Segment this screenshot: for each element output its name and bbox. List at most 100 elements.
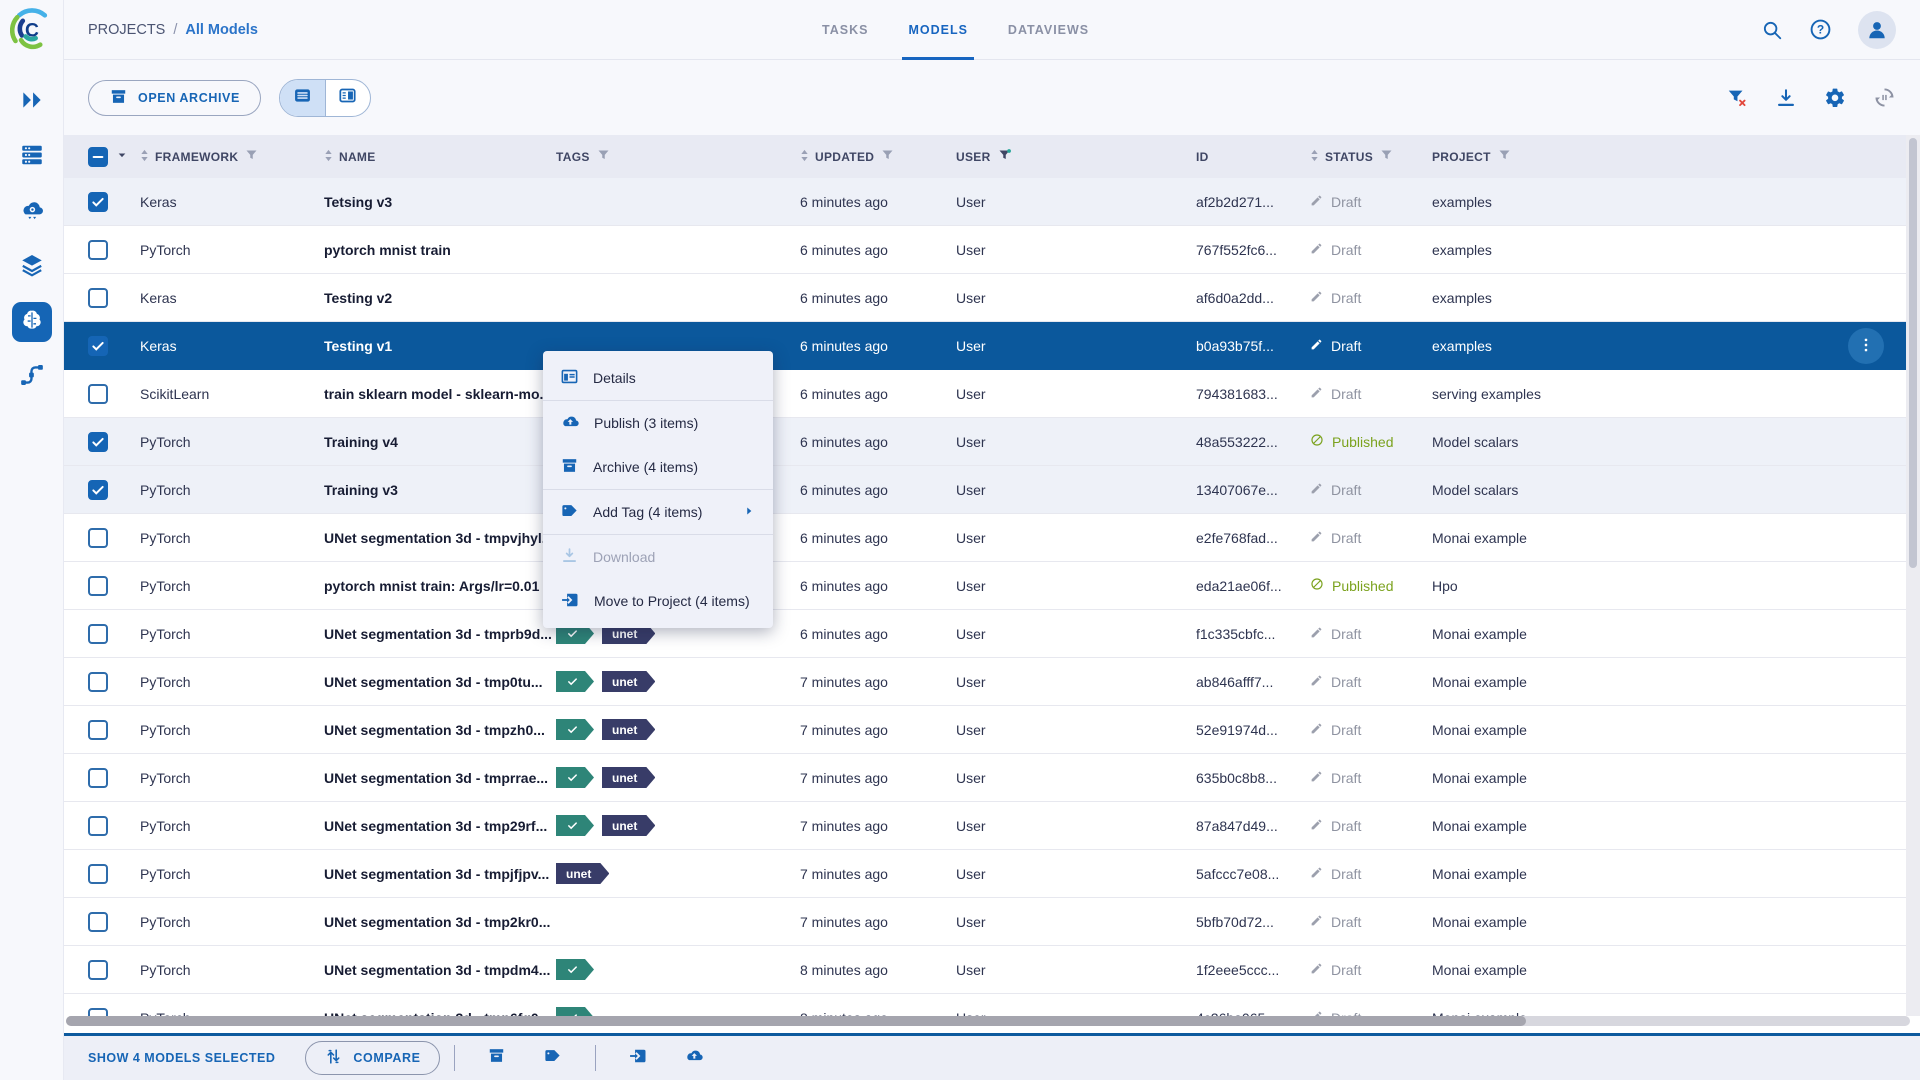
table-row[interactable]: PyTorch UNet segmentation 3d - tmpzh0... u… bbox=[64, 706, 1920, 754]
help-icon[interactable]: ? bbox=[1809, 18, 1832, 41]
tab-tasks[interactable]: TASKS bbox=[822, 0, 868, 59]
table-row[interactable]: PyTorch Training v4 6 minutes ago User 48a55… bbox=[64, 418, 1920, 466]
sort-icon[interactable] bbox=[1310, 148, 1319, 166]
table-view-button[interactable] bbox=[279, 79, 325, 116]
row-checkbox[interactable] bbox=[88, 479, 108, 500]
table-row[interactable]: PyTorchUNet segmentation 3d - tmp6fg0...… bbox=[64, 994, 1920, 1016]
row-checkbox[interactable] bbox=[88, 719, 108, 740]
table-row[interactable]: PyTorch UNet segmentation 3d - tmp2kr0...… bbox=[64, 898, 1920, 946]
card-view-button[interactable] bbox=[324, 79, 370, 116]
tag-chip-check[interactable] bbox=[556, 1007, 594, 1016]
open-archive-button[interactable]: OPEN ARCHIVE bbox=[88, 79, 261, 116]
table-row[interactable]: Keras Testing v1 6 minutes ago User b0a93b75… bbox=[64, 322, 1920, 370]
table-row[interactable]: PyTorch UNet segmentation 3d - tmpjfjpv..… bbox=[64, 850, 1920, 898]
table-row[interactable]: PyTorch Training v3 6 minutes ago User 13407… bbox=[64, 466, 1920, 514]
user-avatar[interactable] bbox=[1858, 10, 1896, 49]
row-checkbox[interactable] bbox=[88, 383, 108, 404]
menu-item-add-tag[interactable]: Add Tag (4 items) bbox=[543, 490, 773, 534]
filter-funnel-icon[interactable] bbox=[244, 148, 259, 166]
clear-filters-icon[interactable] bbox=[1726, 87, 1748, 109]
compare-button[interactable]: COMPARE bbox=[305, 1041, 440, 1075]
sort-icon[interactable] bbox=[800, 148, 809, 166]
horizontal-scrollbar-thumb[interactable] bbox=[66, 1016, 1526, 1026]
table-row[interactable]: Keras Testing v2 6 minutes ago User af6d0a2d… bbox=[64, 274, 1920, 322]
row-kebab-menu-button[interactable] bbox=[1848, 328, 1884, 364]
tag-chip-check[interactable] bbox=[556, 959, 594, 980]
column-header-framework[interactable]: FRAMEWORK bbox=[140, 148, 324, 166]
row-checkbox[interactable] bbox=[88, 527, 108, 548]
selection-menu-caret-icon[interactable] bbox=[114, 147, 130, 166]
menu-item-archive[interactable]: Archive (4 items) bbox=[543, 445, 773, 489]
column-header-status[interactable]: STATUS bbox=[1310, 148, 1432, 166]
row-checkbox[interactable] bbox=[88, 335, 108, 356]
tab-dataviews[interactable]: DATAVIEWS bbox=[1008, 0, 1089, 59]
table-row[interactable]: PyTorch UNet segmentation 3d - tmprrae...… bbox=[64, 754, 1920, 802]
vertical-scrollbar[interactable] bbox=[1906, 135, 1920, 1016]
footer-publish-button[interactable] bbox=[666, 1046, 722, 1071]
row-checkbox[interactable] bbox=[88, 815, 108, 836]
row-checkbox[interactable] bbox=[88, 239, 108, 260]
settings-gear-icon[interactable] bbox=[1824, 87, 1846, 109]
column-header-id[interactable]: ID bbox=[1196, 150, 1310, 164]
tag-chip-check[interactable] bbox=[556, 671, 594, 692]
tag-chip[interactable]: unet bbox=[602, 815, 655, 836]
auto-refresh-icon[interactable] bbox=[1873, 86, 1896, 109]
column-header-updated[interactable]: UPDATED bbox=[800, 148, 956, 166]
clearml-logo[interactable]: C bbox=[9, 8, 54, 52]
row-checkbox[interactable] bbox=[88, 287, 108, 308]
tab-models[interactable]: MODELS bbox=[902, 0, 975, 60]
table-row[interactable]: PyTorch UNet segmentation 3d - tmp0tu... u… bbox=[64, 658, 1920, 706]
sort-icon[interactable] bbox=[140, 148, 149, 166]
row-checkbox[interactable] bbox=[88, 431, 108, 452]
tag-chip[interactable]: unet bbox=[602, 767, 655, 788]
table-row[interactable]: PyTorch pytorch mnist train: Args/lr=0.01… bbox=[64, 562, 1920, 610]
table-row[interactable]: PyTorch UNet segmentation 3d - tmpvjhyl..… bbox=[64, 514, 1920, 562]
footer-archive-button[interactable] bbox=[469, 1046, 525, 1070]
row-checkbox[interactable] bbox=[88, 191, 108, 212]
column-header-user[interactable]: USER bbox=[956, 148, 1196, 166]
footer-add-tag-button[interactable] bbox=[525, 1046, 581, 1070]
row-checkbox[interactable] bbox=[88, 911, 108, 932]
filter-funnel-icon[interactable] bbox=[1379, 148, 1394, 166]
table-row[interactable]: Keras Tetsing v3 6 minutes ago User af2b2d27… bbox=[64, 178, 1920, 226]
sidebar-item-datasets[interactable] bbox=[12, 247, 52, 287]
filter-funnel-icon-active[interactable] bbox=[997, 148, 1012, 166]
tag-chip-check[interactable] bbox=[556, 815, 594, 836]
row-checkbox[interactable] bbox=[88, 623, 108, 644]
filter-funnel-icon[interactable] bbox=[596, 148, 611, 166]
menu-item-details[interactable]: Details bbox=[543, 356, 773, 400]
sidebar-item-queues[interactable] bbox=[12, 137, 52, 177]
footer-move-to-project-button[interactable] bbox=[610, 1046, 666, 1071]
menu-item-publish[interactable]: Publish (3 items) bbox=[543, 401, 773, 445]
filter-funnel-icon[interactable] bbox=[880, 148, 895, 166]
table-row[interactable]: ScikitLearn train sklearn model - sklearn… bbox=[64, 370, 1920, 418]
tag-chip[interactable]: unet bbox=[602, 671, 655, 692]
tag-chip-check[interactable] bbox=[556, 767, 594, 788]
table-row[interactable]: PyTorch pytorch mnist train 6 minutes ago U… bbox=[64, 226, 1920, 274]
row-checkbox[interactable] bbox=[88, 1007, 108, 1016]
table-row[interactable]: PyTorch UNet segmentation 3d - tmpdm4... 8… bbox=[64, 946, 1920, 994]
filter-funnel-icon[interactable] bbox=[1497, 148, 1512, 166]
sidebar-item-workers[interactable] bbox=[12, 192, 52, 232]
row-checkbox[interactable] bbox=[88, 959, 108, 980]
breadcrumb-section[interactable]: PROJECTS bbox=[88, 22, 165, 38]
table-row[interactable]: PyTorch UNet segmentation 3d - tmprb9d...… bbox=[64, 610, 1920, 658]
tag-chip-check[interactable] bbox=[556, 719, 594, 740]
row-checkbox[interactable] bbox=[88, 671, 108, 692]
tag-chip[interactable]: unet bbox=[602, 719, 655, 740]
tag-chip[interactable]: unet bbox=[556, 863, 609, 884]
sidebar-item-pipelines[interactable] bbox=[12, 357, 52, 397]
download-table-icon[interactable] bbox=[1775, 87, 1797, 109]
row-checkbox[interactable] bbox=[88, 863, 108, 884]
search-icon[interactable] bbox=[1761, 19, 1783, 41]
select-all-checkbox[interactable] bbox=[88, 146, 108, 167]
column-header-tags[interactable]: TAGS bbox=[556, 148, 800, 166]
selection-count-label[interactable]: SHOW 4 MODELS SELECTED bbox=[88, 1051, 275, 1065]
column-header-name[interactable]: NAME bbox=[324, 148, 556, 166]
table-row[interactable]: PyTorch UNet segmentation 3d - tmp29rf...… bbox=[64, 802, 1920, 850]
sidebar-item-expand[interactable] bbox=[12, 82, 52, 122]
horizontal-scrollbar[interactable] bbox=[66, 1016, 1910, 1026]
vertical-scrollbar-thumb[interactable] bbox=[1909, 138, 1917, 568]
row-checkbox[interactable] bbox=[88, 767, 108, 788]
menu-item-move-to-project[interactable]: Move to Project (4 items) bbox=[543, 579, 773, 623]
